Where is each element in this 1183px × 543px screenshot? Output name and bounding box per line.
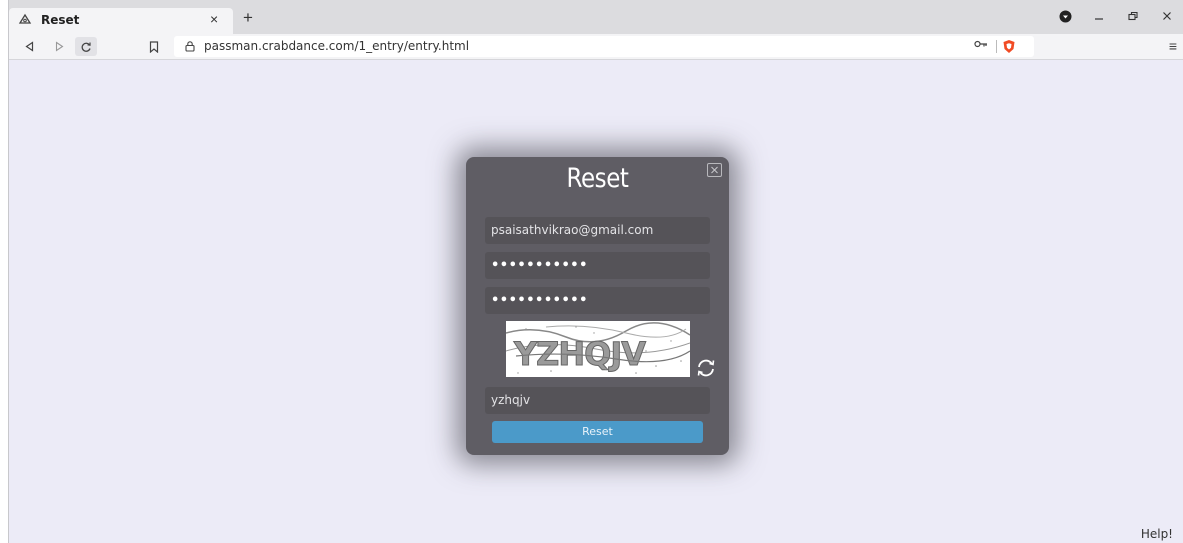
back-icon[interactable]: [19, 37, 39, 56]
confirm-password-field[interactable]: •••••••••••: [485, 287, 710, 314]
tab-title: Reset: [41, 13, 80, 27]
page-left-divider: [8, 0, 9, 543]
browser-menu-icon[interactable]: ≡: [1169, 38, 1177, 54]
reset-button[interactable]: Reset: [492, 421, 703, 443]
page-left-edge: [0, 0, 8, 543]
close-window-icon[interactable]: [1159, 8, 1175, 24]
browser-toolbar: passman.crabdance.com/1_entry/entry.html…: [9, 34, 1183, 60]
captcha-text: YZHQJV: [513, 335, 646, 373]
new-tab-button[interactable]: +: [243, 8, 253, 28]
captcha-input[interactable]: yzhqjv: [485, 387, 710, 414]
reset-dialog: Reset psaisathvikrao@gmail.com •••••••••…: [466, 157, 729, 455]
tab-close-icon[interactable]: ×: [210, 11, 218, 27]
lock-icon: [185, 41, 195, 52]
browser-tab-reset[interactable]: Reset ×: [9, 8, 233, 34]
bookmark-icon[interactable]: [144, 37, 164, 56]
brave-shield-icon[interactable]: [1002, 39, 1016, 54]
forward-icon[interactable]: [49, 37, 69, 56]
password-field[interactable]: •••••••••••: [485, 252, 710, 279]
url-text: passman.crabdance.com/1_entry/entry.html: [204, 39, 470, 53]
browser-tab-bar: Reset × +: [9, 0, 1183, 34]
address-bar[interactable]: passman.crabdance.com/1_entry/entry.html: [174, 36, 1034, 57]
window-controls: [1057, 7, 1175, 25]
password-key-icon[interactable]: [974, 38, 988, 52]
email-field[interactable]: psaisathvikrao@gmail.com: [485, 217, 710, 244]
help-link[interactable]: Help!: [1141, 527, 1173, 541]
brave-vpn-icon[interactable]: [1057, 8, 1073, 24]
dialog-title: Reset: [566, 163, 629, 194]
refresh-captcha-icon[interactable]: [695, 358, 717, 378]
restore-icon[interactable]: [1125, 8, 1141, 24]
reload-icon[interactable]: [75, 37, 97, 56]
minimize-icon[interactable]: [1091, 8, 1107, 24]
address-bar-divider: [996, 40, 997, 53]
tab-favicon-icon: [18, 13, 32, 24]
captcha-image: YZHQJV: [505, 321, 691, 377]
